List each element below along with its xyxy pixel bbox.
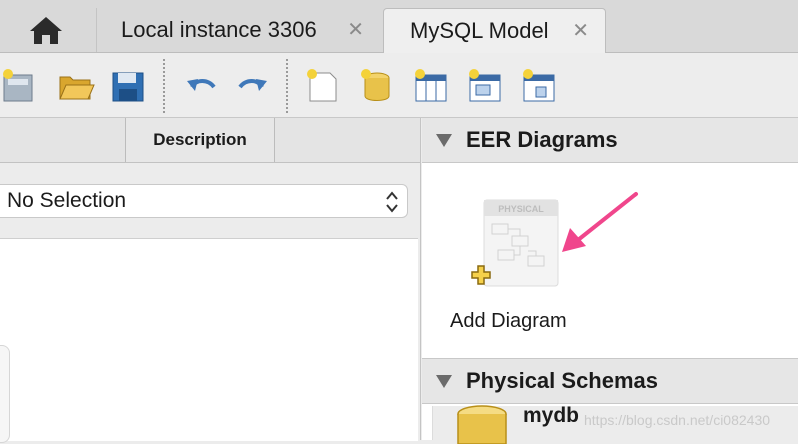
folder-open-icon — [59, 76, 95, 100]
eer-diagrams-header[interactable]: EER Diagrams — [422, 118, 798, 163]
toolbar-separator — [163, 59, 165, 113]
redo-icon — [238, 79, 267, 91]
physical-badge: PHYSICAL — [498, 204, 544, 214]
disclosure-triangle-icon — [436, 375, 452, 388]
toolbar — [0, 53, 798, 118]
physical-schemas-title: Physical Schemas — [466, 368, 659, 393]
new-model-button[interactable] — [0, 65, 38, 105]
tab-mysql-model[interactable]: MySQL Model ✕ — [383, 8, 606, 53]
undo-icon — [187, 79, 216, 91]
undo-button[interactable] — [182, 65, 222, 105]
tab-local-instance[interactable]: Local instance 3306 ✕ — [96, 8, 380, 52]
open-model-button[interactable] — [56, 65, 96, 105]
description-area[interactable] — [0, 238, 418, 443]
column-header-description[interactable]: Description — [125, 118, 275, 162]
pointer-arrow-icon — [562, 192, 638, 252]
column-header-bar: Description — [0, 118, 420, 163]
eer-diagrams-title: EER Diagrams — [466, 127, 618, 152]
new-document-button[interactable] — [302, 65, 342, 105]
chevron-up-down-icon — [386, 191, 398, 213]
home-icon — [30, 17, 62, 44]
routine-icon — [523, 69, 555, 102]
add-diagram-label[interactable]: Add Diagram — [450, 310, 567, 333]
physical-schemas-header[interactable]: Physical Schemas — [422, 358, 798, 404]
redo-button[interactable] — [232, 65, 272, 105]
view-icon — [469, 69, 501, 102]
tab-label: Local instance 3306 — [121, 17, 317, 42]
new-view-button[interactable] — [464, 65, 504, 105]
new-routine-button[interactable] — [518, 65, 558, 105]
close-icon[interactable]: ✕ — [347, 8, 364, 52]
new-table-button[interactable] — [410, 65, 450, 105]
toolbar-separator — [286, 59, 288, 113]
table-icon — [415, 69, 447, 102]
new-document-icon — [307, 69, 337, 102]
home-button[interactable] — [28, 14, 64, 46]
new-schema-button[interactable] — [356, 65, 396, 105]
schema-name: mydb — [523, 404, 580, 427]
scroll-handle[interactable] — [0, 345, 10, 443]
selection-dropdown[interactable]: No Selection — [0, 184, 408, 218]
selection-dropdown-value: No Selection — [7, 189, 127, 212]
save-model-button[interactable] — [108, 65, 148, 105]
new-model-icon — [3, 69, 33, 102]
save-icon — [112, 72, 144, 102]
tab-strip: Local instance 3306 ✕ MySQL Model ✕ — [0, 0, 798, 53]
database-icon — [361, 69, 390, 101]
disclosure-triangle-icon — [436, 134, 452, 147]
database-icon — [457, 405, 507, 444]
watermark: https://blog.csdn.net/ci082430 — [584, 412, 771, 428]
tab-label: MySQL Model — [410, 18, 549, 43]
close-icon[interactable]: ✕ — [572, 9, 589, 53]
right-pane: EER Diagrams PHYSICAL Add Diagram Physic… — [422, 118, 798, 444]
left-pane: Description No Selection — [0, 118, 421, 443]
